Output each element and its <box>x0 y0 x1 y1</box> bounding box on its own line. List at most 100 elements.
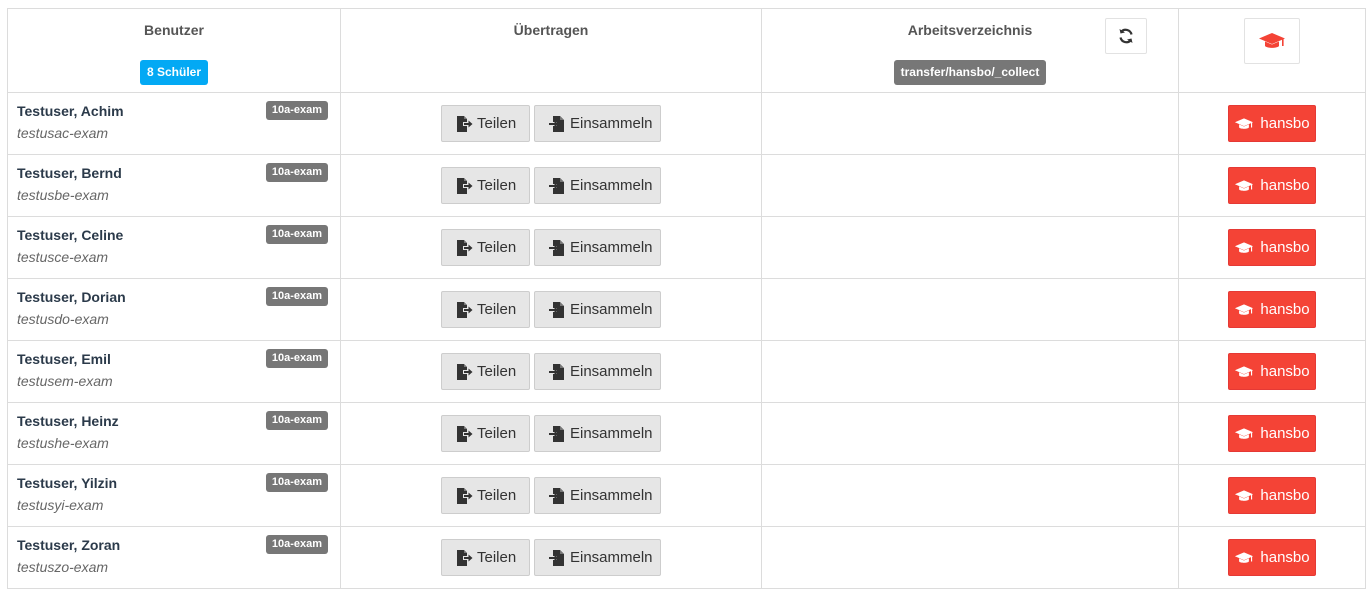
user-column-title: Benutzer <box>144 22 204 38</box>
exam-user-button[interactable]: hansbo <box>1228 415 1316 452</box>
exam-user-button[interactable]: hansbo <box>1228 105 1316 142</box>
transfer-cell: Teilen Einsammeln <box>340 464 762 527</box>
file-import-icon <box>548 301 566 319</box>
exam-cell: hansbo <box>1178 92 1366 155</box>
student-count-badge: 8 Schüler <box>139 60 209 85</box>
collect-button[interactable]: Einsammeln <box>534 229 661 266</box>
file-import-icon <box>548 425 566 443</box>
graduation-cap-icon <box>1234 303 1254 317</box>
collect-label: Einsammeln <box>570 487 653 504</box>
graduation-cap-icon <box>1258 31 1286 51</box>
share-label: Teilen <box>477 425 517 442</box>
share-button[interactable]: Teilen <box>441 539 530 576</box>
collect-label: Einsammeln <box>570 425 653 442</box>
graduation-cap-icon <box>1234 179 1254 193</box>
file-import-icon <box>548 115 566 133</box>
exam-user-label: hansbo <box>1260 239 1310 256</box>
user-login: testusac-exam <box>17 125 109 141</box>
share-label: Teilen <box>477 549 517 566</box>
share-button[interactable]: Teilen <box>441 167 530 204</box>
file-export-icon <box>455 115 473 133</box>
exam-user-button[interactable]: hansbo <box>1228 291 1316 328</box>
workdir-cell <box>761 464 1179 527</box>
group-badge: 10a-exam <box>265 411 328 430</box>
collect-button[interactable]: Einsammeln <box>534 167 661 204</box>
table-row: Testuser, Bernd testusbe-exam 10a-exam T… <box>7 154 1366 217</box>
collect-button[interactable]: Einsammeln <box>534 353 661 390</box>
workdir-cell <box>761 402 1179 465</box>
exam-header-button[interactable] <box>1244 18 1300 64</box>
file-export-icon <box>455 425 473 443</box>
collect-label: Einsammeln <box>570 301 653 318</box>
group-badge: 10a-exam <box>265 163 328 182</box>
graduation-cap-icon <box>1234 551 1254 565</box>
transfer-cell: Teilen Einsammeln <box>340 278 762 341</box>
share-button[interactable]: Teilen <box>441 291 530 328</box>
user-full-name: Testuser, Yilzin <box>17 475 118 491</box>
share-label: Teilen <box>477 177 517 194</box>
user-full-name: Testuser, Heinz <box>17 413 119 429</box>
workdir-cell <box>761 216 1179 279</box>
transfer-cell: Teilen Einsammeln <box>340 402 762 465</box>
collect-label: Einsammeln <box>570 549 653 566</box>
transfer-column-title: Übertragen <box>513 22 589 38</box>
user-full-name: Testuser, Bernd <box>17 165 122 181</box>
table-row: Testuser, Heinz testushe-exam 10a-exam T… <box>7 402 1366 465</box>
file-export-icon <box>455 239 473 257</box>
user-column-header: Benutzer 8 Schüler <box>7 8 341 93</box>
table-row: Testuser, Achim testusac-exam 10a-exam T… <box>7 92 1366 155</box>
user-cell: Testuser, Zoran testuszo-exam 10a-exam <box>7 526 341 589</box>
graduation-cap-icon <box>1234 117 1254 131</box>
user-full-name: Testuser, Zoran <box>17 537 121 553</box>
workdir-cell <box>761 526 1179 589</box>
refresh-button[interactable] <box>1105 18 1147 54</box>
exam-user-label: hansbo <box>1260 425 1310 442</box>
workdir-path-badge: transfer/hansbo/_collect <box>893 60 1047 85</box>
collect-button[interactable]: Einsammeln <box>534 291 661 328</box>
user-login: testusbe-exam <box>17 187 109 203</box>
exam-user-button[interactable]: hansbo <box>1228 353 1316 390</box>
transfer-cell: Teilen Einsammeln <box>340 340 762 403</box>
share-button[interactable]: Teilen <box>441 105 530 142</box>
file-import-icon <box>548 363 566 381</box>
user-full-name: Testuser, Achim <box>17 103 124 119</box>
table-row: Testuser, Dorian testusdo-exam 10a-exam … <box>7 278 1366 341</box>
share-button[interactable]: Teilen <box>441 353 530 390</box>
exam-user-button[interactable]: hansbo <box>1228 167 1316 204</box>
user-cell: Testuser, Achim testusac-exam 10a-exam <box>7 92 341 155</box>
collect-button[interactable]: Einsammeln <box>534 415 661 452</box>
exam-user-label: hansbo <box>1260 115 1310 132</box>
exam-user-label: hansbo <box>1260 177 1310 194</box>
user-cell: Testuser, Dorian testusdo-exam 10a-exam <box>7 278 341 341</box>
share-label: Teilen <box>477 239 517 256</box>
file-export-icon <box>455 549 473 567</box>
share-button[interactable]: Teilen <box>441 229 530 266</box>
exam-user-button[interactable]: hansbo <box>1228 477 1316 514</box>
collect-label: Einsammeln <box>570 239 653 256</box>
file-export-icon <box>455 301 473 319</box>
user-full-name: Testuser, Celine <box>17 227 124 243</box>
exam-user-button[interactable]: hansbo <box>1228 539 1316 576</box>
share-button[interactable]: Teilen <box>441 477 530 514</box>
group-badge: 10a-exam <box>265 535 328 554</box>
collect-button[interactable]: Einsammeln <box>534 477 661 514</box>
workdir-cell <box>761 340 1179 403</box>
file-export-icon <box>455 487 473 505</box>
group-badge: 10a-exam <box>265 473 328 492</box>
share-label: Teilen <box>477 115 517 132</box>
collect-button[interactable]: Einsammeln <box>534 539 661 576</box>
user-cell: Testuser, Celine testusce-exam 10a-exam <box>7 216 341 279</box>
table-row: Testuser, Yilzin testusyi-exam 10a-exam … <box>7 464 1366 527</box>
user-login: testushe-exam <box>17 435 109 451</box>
transfer-cell: Teilen Einsammeln <box>340 526 762 589</box>
collect-button[interactable]: Einsammeln <box>534 105 661 142</box>
exam-user-button[interactable]: hansbo <box>1228 229 1316 266</box>
user-login: testusem-exam <box>17 373 113 389</box>
exam-column-header <box>1178 8 1366 93</box>
exam-cell: hansbo <box>1178 402 1366 465</box>
collect-label: Einsammeln <box>570 177 653 194</box>
exam-user-label: hansbo <box>1260 363 1310 380</box>
workdir-column-header: Arbeitsverzeichnis transfer/hansbo/_coll… <box>761 8 1179 93</box>
table-row: Testuser, Emil testusem-exam 10a-exam Te… <box>7 340 1366 403</box>
share-button[interactable]: Teilen <box>441 415 530 452</box>
